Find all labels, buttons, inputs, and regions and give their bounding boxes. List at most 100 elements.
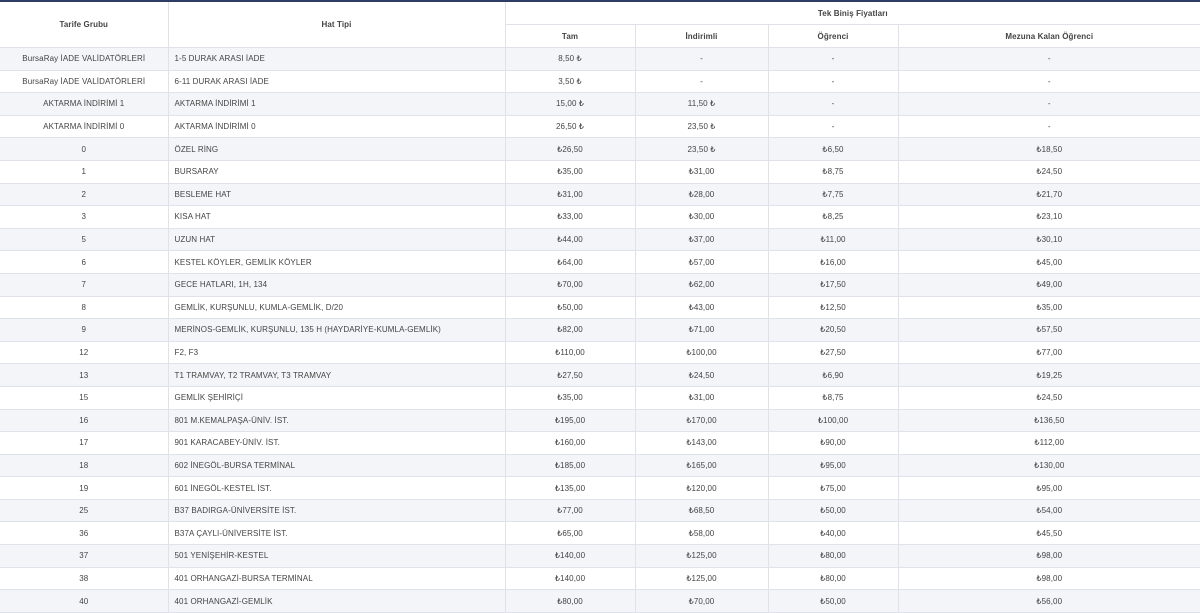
cell-indirimli: ₺31,00: [635, 160, 769, 184]
cell-indirimli: 23,50 ₺: [635, 137, 769, 161]
cell-ogrenci: ₺6,90: [768, 363, 899, 387]
table-row: 13 T1 TRAMVAY, T2 TRAMVAY, T3 TRAMVAY ₺27,…: [0, 363, 1200, 387]
cell-tam: ₺80,00: [505, 589, 636, 613]
table-row: 8 GEMLİK, KURŞUNLU, KUMLA-GEMLİK, D/20 ₺50…: [0, 296, 1200, 320]
cell-tam: 3,50 ₺: [505, 70, 636, 94]
cell-mezuna-kalan-ogrenci: ₺35,00: [898, 296, 1200, 320]
cell-ogrenci: ₺8,75: [768, 160, 899, 184]
header-tek-binis-fiyatlari: Tek Biniş Fiyatları: [505, 1, 1200, 25]
cell-mezuna-kalan-ogrenci: -: [898, 70, 1200, 94]
cell-mezuna-kalan-ogrenci: ₺57,50: [898, 318, 1200, 342]
cell-ogrenci: ₺50,00: [768, 499, 899, 523]
cell-mezuna-kalan-ogrenci: -: [898, 47, 1200, 71]
cell-mezuna-kalan-ogrenci: ₺18,50: [898, 137, 1200, 161]
cell-ogrenci: ₺27,50: [768, 341, 899, 365]
cell-ogrenci: ₺6,50: [768, 137, 899, 161]
cell-mezuna-kalan-ogrenci: ₺98,00: [898, 544, 1200, 568]
cell-hat-tipi: 801 M.KEMALPAŞA-ÜNİV. İST.: [168, 409, 506, 433]
cell-tarife-grubu: 6: [0, 250, 169, 274]
cell-tarife-grubu: 0: [0, 137, 169, 161]
cell-tam: ₺160,00: [505, 431, 636, 455]
cell-indirimli: ₺37,00: [635, 228, 769, 252]
cell-hat-tipi: BURSARAY: [168, 160, 506, 184]
header-tarife-grubu[interactable]: Tarife Grubu: [0, 1, 169, 48]
cell-hat-tipi: ÖZEL RİNG: [168, 137, 506, 161]
cell-ogrenci: -: [768, 47, 899, 71]
cell-mezuna-kalan-ogrenci: ₺45,00: [898, 250, 1200, 274]
cell-ogrenci: ₺80,00: [768, 567, 899, 591]
fare-table: Tarife Grubu Hat Tipi Tek Biniş Fiyatlar…: [0, 0, 1200, 613]
table-row: 25 B37 BADIRGA-ÜNİVERSİTE İST. ₺77,00 ₺68,5…: [0, 499, 1200, 523]
cell-ogrenci: ₺80,00: [768, 544, 899, 568]
cell-tam: ₺35,00: [505, 386, 636, 410]
cell-tam: ₺44,00: [505, 228, 636, 252]
cell-ogrenci: ₺75,00: [768, 476, 899, 500]
cell-ogrenci: ₺100,00: [768, 409, 899, 433]
cell-tarife-grubu: 8: [0, 296, 169, 320]
cell-tam: 26,50 ₺: [505, 115, 636, 139]
header-mezuna-kalan-ogrenci[interactable]: Mezuna Kalan Öğrenci: [898, 24, 1200, 48]
table-row: 9 MERİNOS-GEMLİK, KURŞUNLU, 135 H (HAYDAR…: [0, 318, 1200, 342]
cell-hat-tipi: BESLEME HAT: [168, 183, 506, 207]
cell-indirimli: ₺125,00: [635, 544, 769, 568]
cell-indirimli: ₺165,00: [635, 454, 769, 478]
header-ogrenci[interactable]: Öğrenci: [768, 24, 899, 48]
cell-mezuna-kalan-ogrenci: ₺30,10: [898, 228, 1200, 252]
cell-mezuna-kalan-ogrenci: ₺77,00: [898, 341, 1200, 365]
cell-mezuna-kalan-ogrenci: ₺24,50: [898, 386, 1200, 410]
table-row: 1 BURSARAY ₺35,00 ₺31,00 ₺8,75 ₺24,50: [0, 160, 1200, 184]
cell-ogrenci: ₺95,00: [768, 454, 899, 478]
cell-ogrenci: -: [768, 115, 899, 139]
cell-tam: ₺70,00: [505, 273, 636, 297]
header-indirimli[interactable]: İndirimli: [635, 24, 769, 48]
cell-indirimli: ₺70,00: [635, 589, 769, 613]
cell-indirimli: ₺57,00: [635, 250, 769, 274]
cell-mezuna-kalan-ogrenci: ₺54,00: [898, 499, 1200, 523]
cell-tarife-grubu: AKTARMA İNDİRİMİ 1: [0, 92, 169, 116]
cell-tarife-grubu: BursaRay İADE VALİDATÖRLERİ: [0, 70, 169, 94]
cell-tam: ₺65,00: [505, 521, 636, 546]
cell-indirimli: ₺58,00: [635, 521, 769, 546]
cell-mezuna-kalan-ogrenci: ₺49,00: [898, 273, 1200, 297]
cell-ogrenci: -: [768, 70, 899, 94]
fare-table-body: BursaRay İADE VALİDATÖRLERİ 1-5 DURAK ARA…: [0, 47, 1200, 613]
cell-tarife-grubu: 37: [0, 544, 169, 568]
cell-hat-tipi: 401 ORHANGAZİ-GEMLİK: [168, 589, 506, 613]
cell-mezuna-kalan-ogrenci: ₺130,00: [898, 454, 1200, 478]
cell-hat-tipi: 401 ORHANGAZİ-BURSA TERMİNAL: [168, 567, 506, 591]
cell-indirimli: -: [635, 47, 769, 71]
cell-tam: ₺135,00: [505, 476, 636, 500]
cell-indirimli: ₺120,00: [635, 476, 769, 500]
table-row: 0 ÖZEL RİNG ₺26,50 23,50 ₺ ₺6,50 ₺18,50: [0, 137, 1200, 161]
cell-hat-tipi: 601 İNEGÖL-KESTEL İST.: [168, 476, 506, 500]
cell-ogrenci: -: [768, 92, 899, 116]
table-row: 7 GECE HATLARI, 1H, 134 ₺70,00 ₺62,00 ₺17,50…: [0, 273, 1200, 297]
cell-tam: ₺35,00: [505, 160, 636, 184]
cell-hat-tipi: T1 TRAMVAY, T2 TRAMVAY, T3 TRAMVAY: [168, 363, 506, 387]
cell-hat-tipi: B37A ÇAYLI-ÜNİVERSİTE İST.: [168, 521, 506, 546]
cell-tarife-grubu: 1: [0, 160, 169, 184]
cell-mezuna-kalan-ogrenci: ₺56,00: [898, 589, 1200, 613]
table-row: 19 601 İNEGÖL-KESTEL İST. ₺135,00 ₺120,00 ₺7…: [0, 476, 1200, 500]
cell-ogrenci: ₺8,75: [768, 386, 899, 410]
table-row: 36 B37A ÇAYLI-ÜNİVERSİTE İST. ₺65,00 ₺58,00…: [0, 521, 1200, 546]
cell-ogrenci: ₺40,00: [768, 521, 899, 546]
cell-ogrenci: ₺50,00: [768, 589, 899, 613]
cell-tam: ₺50,00: [505, 296, 636, 320]
cell-indirimli: ₺30,00: [635, 205, 769, 229]
cell-indirimli: 11,50 ₺: [635, 92, 769, 116]
header-tam[interactable]: Tam: [505, 24, 636, 48]
table-row: BursaRay İADE VALİDATÖRLERİ 6-11 DURAK AR…: [0, 70, 1200, 94]
table-row: 16 801 M.KEMALPAŞA-ÜNİV. İST. ₺195,00 ₺170,…: [0, 409, 1200, 433]
cell-indirimli: -: [635, 70, 769, 94]
cell-hat-tipi: 901 KARACABEY-ÜNİV. İST.: [168, 431, 506, 455]
cell-tam: ₺77,00: [505, 499, 636, 523]
cell-indirimli: ₺100,00: [635, 341, 769, 365]
cell-mezuna-kalan-ogrenci: -: [898, 115, 1200, 139]
cell-indirimli: ₺125,00: [635, 567, 769, 591]
header-hat-tipi[interactable]: Hat Tipi: [168, 1, 506, 48]
cell-hat-tipi: F2, F3: [168, 341, 506, 365]
table-row: 38 401 ORHANGAZİ-BURSA TERMİNAL ₺140,00 ₺12…: [0, 567, 1200, 591]
cell-tarife-grubu: 13: [0, 363, 169, 387]
cell-ogrenci: ₺12,50: [768, 296, 899, 320]
